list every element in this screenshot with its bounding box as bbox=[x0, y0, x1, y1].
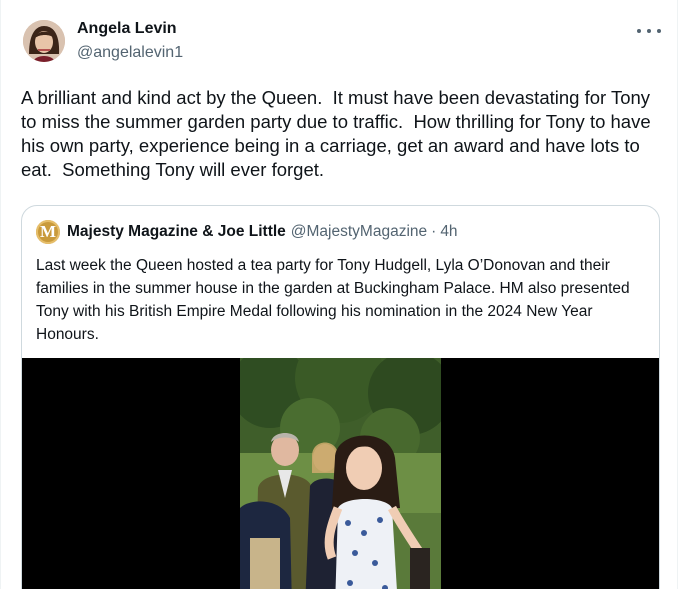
quoted-author-avatar[interactable]: M bbox=[36, 220, 60, 244]
quoted-timestamp[interactable]: 4h bbox=[440, 223, 457, 241]
more-options-button[interactable] bbox=[637, 22, 661, 40]
author-name[interactable]: Angela Levin bbox=[77, 20, 177, 38]
author-avatar[interactable] bbox=[23, 20, 65, 62]
quoted-tweet-header: M Majesty Magazine & Joe Little @Majesty… bbox=[36, 220, 458, 244]
separator-dot: · bbox=[431, 223, 437, 240]
tweet-card: Angela Levin @angelalevin1 A brilliant a… bbox=[0, 0, 678, 589]
quoted-author-name[interactable]: Majesty Magazine & Joe Little bbox=[67, 223, 286, 241]
tweet-text: A brilliant and kind act by the Queen. I… bbox=[21, 87, 656, 180]
quoted-tweet-text: Last week the Queen hosted a tea party f… bbox=[36, 257, 634, 343]
author-handle[interactable]: @angelalevin1 bbox=[77, 44, 183, 62]
more-dot bbox=[647, 29, 651, 33]
more-dot bbox=[657, 29, 661, 33]
quoted-tweet[interactable]: M Majesty Magazine & Joe Little @Majesty… bbox=[21, 205, 660, 589]
video-frame-image bbox=[240, 358, 441, 589]
quoted-author-handle[interactable]: @MajestyMagazine bbox=[291, 223, 427, 241]
avatar-photo bbox=[23, 20, 65, 62]
more-horizontal-icon bbox=[637, 29, 641, 33]
quoted-media-video[interactable] bbox=[22, 358, 659, 589]
